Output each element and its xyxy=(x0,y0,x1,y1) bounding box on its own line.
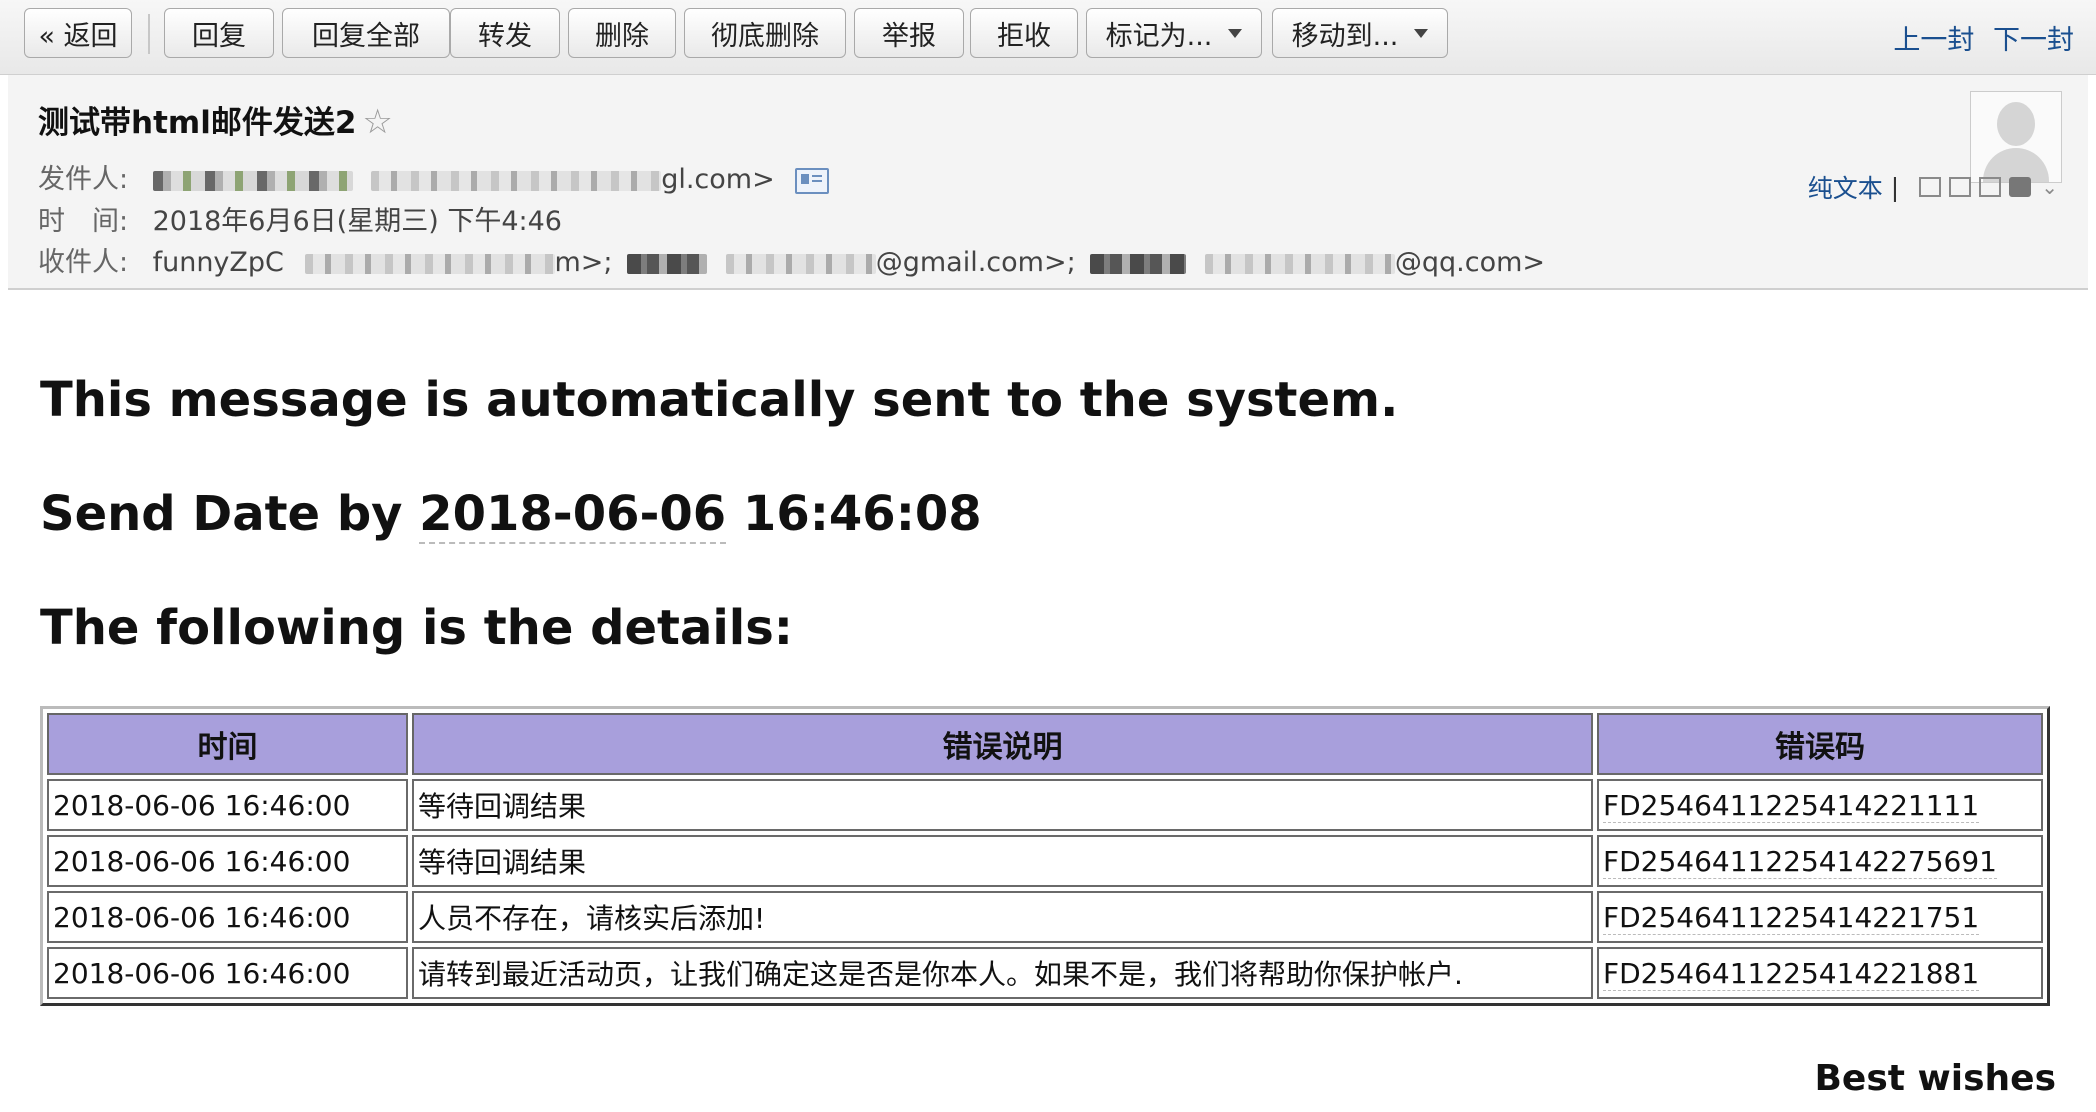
cell-time: 2018-06-06 16:46:00 xyxy=(47,891,408,943)
message-header: 测试带html邮件发送2 ☆ 发件人: gl.com> 时 间: 2018年6月6… xyxy=(8,75,2088,290)
recipient-email-end: @qq.com> xyxy=(1394,247,1546,278)
time-row: 时 间: 2018年6月6日(星期三) 下午4:46 xyxy=(38,199,562,238)
contact-card-icon[interactable] xyxy=(795,167,830,194)
recipients-row: 收件人: funnyZpC m>; @gmail.com>; @qq.com> xyxy=(38,240,1545,279)
chevron-down-icon xyxy=(1414,28,1429,38)
move-to-dropdown[interactable]: 移动到... xyxy=(1272,8,1448,58)
closing-text: Best wishes xyxy=(1814,1058,2056,1099)
time-value: 2018年6月6日(星期三) 下午4:46 xyxy=(152,206,562,237)
reply-button[interactable]: 回复 xyxy=(164,8,274,58)
print-icon[interactable] xyxy=(2009,177,2032,197)
send-date-prefix: Send Date by xyxy=(40,486,420,542)
recipient-name[interactable]: funnyZpC xyxy=(153,247,284,278)
next-message-link[interactable]: 下一封 xyxy=(1993,25,2074,56)
send-date-value: 2018-06-06 xyxy=(419,486,727,544)
message-subject: 测试带html邮件发送2 ☆ xyxy=(38,97,393,142)
body-line-3: The following is the details: xyxy=(40,600,793,656)
redacted-sender-email xyxy=(371,170,662,191)
reply-all-button[interactable]: 回复全部 xyxy=(282,8,450,58)
to-label: 收件人: xyxy=(38,247,129,278)
forward-button[interactable]: 转发 xyxy=(450,8,560,58)
body-line-1: This message is automatically sent to th… xyxy=(40,372,1399,428)
redacted-recipient-name xyxy=(627,253,708,274)
time-label: 时 间: xyxy=(38,206,129,237)
cell-description: 等待回调结果 xyxy=(412,779,1593,831)
mail-toolbar: « 返回 回复 回复全部 转发 删除 彻底删除 举报 拒收 标记为... 移动到… xyxy=(0,0,2096,75)
redacted-recipient-email xyxy=(304,253,555,274)
subject-text: 测试带html邮件发送2 xyxy=(38,105,357,141)
cell-description: 请转到最近活动页，让我们确定这是否是你本人。如果不是，我们将帮助你保护帐户. xyxy=(412,947,1593,999)
new-window-icon[interactable] xyxy=(1919,177,1942,197)
cell-time: 2018-06-06 16:46:00 xyxy=(47,947,408,999)
body-line-2: Send Date by 2018-06-06 16:46:08 xyxy=(40,486,982,544)
star-icon[interactable]: ☆ xyxy=(362,102,392,142)
table-row: 2018-06-06 16:46:00 等待回调结果 FD25464112254… xyxy=(47,779,2043,831)
redacted-sender-name xyxy=(152,170,353,191)
chevron-down-icon xyxy=(1228,28,1243,38)
cell-code: FD25464112254142275691 xyxy=(1597,835,2043,887)
cell-description: 人员不存在，请核实后添加! xyxy=(412,891,1593,943)
cell-code: FD2546411225414221111 xyxy=(1597,779,2043,831)
cell-time: 2018-06-06 16:46:00 xyxy=(47,835,408,887)
redacted-recipient-email xyxy=(725,253,876,274)
actions-divider: | xyxy=(1890,172,1900,202)
table-row: 2018-06-06 16:46:00 等待回调结果 FD25464112254… xyxy=(47,835,2043,887)
cell-time: 2018-06-06 16:46:00 xyxy=(47,779,408,831)
from-label: 发件人: xyxy=(38,164,129,195)
column-header-code: 错误码 xyxy=(1597,713,2043,775)
permanent-delete-button[interactable]: 彻底删除 xyxy=(684,8,846,58)
delete-button[interactable]: 删除 xyxy=(568,8,676,58)
redacted-recipient-name xyxy=(1090,253,1187,274)
column-header-description: 错误说明 xyxy=(412,713,1593,775)
cell-description: 等待回调结果 xyxy=(412,835,1593,887)
column-header-time: 时间 xyxy=(47,713,408,775)
table-header-row: 时间 错误说明 错误码 xyxy=(47,713,2043,775)
report-button[interactable]: 举报 xyxy=(854,8,964,58)
plain-text-link[interactable]: 纯文本 xyxy=(1808,169,1883,205)
cell-code: FD2546411225414221881 xyxy=(1597,947,2043,999)
message-navigation: 上一封 下一封 xyxy=(1883,18,2074,57)
reject-button[interactable]: 拒收 xyxy=(970,8,1078,58)
sender-row: 发件人: gl.com> xyxy=(38,157,830,196)
note-icon[interactable] xyxy=(1949,177,1972,197)
header-actions: 纯文本 | ⌄ xyxy=(1808,169,2058,205)
send-time-value: 16:46:08 xyxy=(726,486,982,542)
chevron-down-icon[interactable]: ⌄ xyxy=(2041,175,2058,199)
sender-email-suffix[interactable]: gl.com> xyxy=(661,164,775,195)
recipient-email-end: m>; xyxy=(554,247,613,278)
toolbar-divider xyxy=(148,14,150,54)
redacted-recipient-email xyxy=(1204,253,1395,274)
error-code: FD25464112254142275691 xyxy=(1603,844,1997,879)
error-code: FD2546411225414221751 xyxy=(1603,900,1980,935)
recipient-email-end: @gmail.com>; xyxy=(875,247,1076,278)
error-code: FD2546411225414221111 xyxy=(1603,788,1980,823)
error-code: FD2546411225414221881 xyxy=(1603,956,1980,991)
table-row: 2018-06-06 16:46:00 人员不存在，请核实后添加! FD2546… xyxy=(47,891,2043,943)
back-button[interactable]: « 返回 xyxy=(24,8,132,58)
mark-as-dropdown[interactable]: 标记为... xyxy=(1086,8,1262,58)
move-to-label: 移动到... xyxy=(1291,20,1399,52)
download-icon[interactable] xyxy=(1979,177,2002,197)
previous-message-link[interactable]: 上一封 xyxy=(1893,25,1974,56)
details-table: 时间 错误说明 错误码 2018-06-06 16:46:00 等待回调结果 F… xyxy=(40,706,2050,1006)
mark-as-label: 标记为... xyxy=(1105,20,1213,52)
table-row: 2018-06-06 16:46:00 请转到最近活动页，让我们确定这是否是你本… xyxy=(47,947,2043,999)
cell-code: FD2546411225414221751 xyxy=(1597,891,2043,943)
